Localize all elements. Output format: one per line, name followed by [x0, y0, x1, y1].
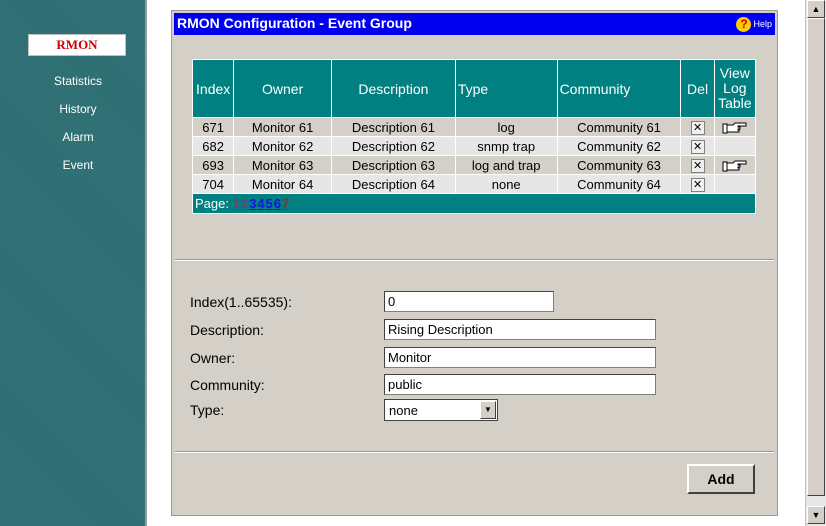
- owner-label: Owner:: [190, 350, 236, 366]
- page-link-7[interactable]: 7: [282, 196, 289, 211]
- cell-view-log: [713, 136, 757, 156]
- page-title: RMON Configuration - Event Group: [177, 15, 412, 31]
- help-label: Help: [753, 19, 772, 29]
- sidebar-item-rmon[interactable]: RMON: [28, 34, 126, 56]
- chevron-down-icon[interactable]: ▼: [480, 401, 496, 419]
- cell-view-log: [713, 155, 757, 175]
- scroll-up-icon[interactable]: ▲: [807, 0, 825, 18]
- community-input[interactable]: [384, 374, 656, 395]
- pager: Page: 1234567: [192, 193, 756, 214]
- type-label: Type:: [190, 402, 225, 418]
- description-label: Description:: [190, 322, 264, 338]
- delete-checkbox[interactable]: ✕: [690, 121, 705, 135]
- cell-owner: Monitor 61: [233, 117, 332, 137]
- cell-description: Description 62: [330, 136, 456, 156]
- col-owner: Owner: [233, 59, 332, 118]
- cell-del: ✕: [680, 136, 715, 156]
- cell-description: Description 63: [330, 155, 456, 175]
- help-button[interactable]: ? Help: [736, 16, 772, 32]
- pointing-hand-icon[interactable]: [722, 159, 748, 173]
- type-select[interactable]: none ▼: [384, 399, 498, 421]
- index-label: Index(1..65535):: [190, 294, 292, 310]
- add-button[interactable]: Add: [687, 464, 755, 494]
- cell-description: Description 64: [330, 174, 456, 194]
- description-input[interactable]: [384, 319, 656, 340]
- page-link-2[interactable]: 2: [241, 196, 248, 211]
- col-community: Community: [556, 59, 682, 118]
- col-index: Index: [191, 59, 235, 118]
- col-type: Type: [454, 59, 558, 118]
- scroll-down-icon[interactable]: ▼: [807, 506, 825, 524]
- type-select-value: none: [389, 403, 418, 418]
- table-row: 682 Monitor 62 Description 62 snmp trap …: [191, 136, 757, 156]
- col-view-log-line3: Table: [718, 95, 752, 111]
- cell-owner: Monitor 64: [233, 174, 332, 194]
- community-label: Community:: [190, 377, 265, 393]
- sidebar-item-history[interactable]: History: [30, 102, 126, 116]
- divider: [175, 451, 774, 453]
- cell-owner: Monitor 63: [233, 155, 332, 175]
- scrollbar[interactable]: ▲ ▼: [805, 0, 826, 526]
- scroll-thumb[interactable]: [807, 18, 825, 496]
- cell-del: ✕: [680, 117, 715, 137]
- table-row: 693 Monitor 63 Description 63 log and tr…: [191, 155, 757, 175]
- pager-label: Page:: [195, 196, 229, 211]
- table-row: 671 Monitor 61 Description 61 log Commun…: [191, 117, 757, 137]
- title-bar: RMON Configuration - Event Group ? Help: [174, 13, 775, 35]
- cell-community: Community 61: [556, 117, 682, 137]
- sidebar-item-alarm[interactable]: Alarm: [30, 130, 126, 144]
- cell-index: 704: [191, 174, 235, 194]
- page-link-1[interactable]: 1: [233, 196, 240, 211]
- page-link-6[interactable]: 6: [274, 196, 281, 211]
- cell-index: 682: [191, 136, 235, 156]
- cell-owner: Monitor 62: [233, 136, 332, 156]
- sidebar: RMON Statistics History Alarm Event: [0, 0, 147, 526]
- cell-type: snmp trap: [454, 136, 558, 156]
- table-row: 704 Monitor 64 Description 64 none Commu…: [191, 174, 757, 194]
- sidebar-item-event[interactable]: Event: [30, 158, 126, 172]
- help-icon: ?: [736, 16, 752, 32]
- col-view-log: View Log Table: [713, 59, 757, 118]
- page-link-4[interactable]: 4: [257, 196, 264, 211]
- col-del: Del: [680, 59, 715, 118]
- event-table: Index Owner Description Type Community D…: [191, 59, 757, 214]
- col-description: Description: [330, 59, 456, 118]
- cell-view-log: [713, 174, 757, 194]
- main-panel: RMON Configuration - Event Group ? Help …: [171, 10, 778, 516]
- cell-type: log and trap: [454, 155, 558, 175]
- cell-type: log: [454, 117, 558, 137]
- cell-del: ✕: [680, 174, 715, 194]
- cell-index: 693: [191, 155, 235, 175]
- col-view-log-line1: View: [719, 65, 750, 81]
- pointing-hand-icon[interactable]: [722, 121, 748, 135]
- table-header-row: Index Owner Description Type Community D…: [191, 59, 757, 118]
- page-link-3[interactable]: 3: [249, 196, 256, 211]
- cell-view-log: [713, 117, 757, 137]
- cell-type: none: [454, 174, 558, 194]
- sidebar-item-statistics[interactable]: Statistics: [30, 74, 126, 88]
- cell-community: Community 62: [556, 136, 682, 156]
- cell-community: Community 64: [556, 174, 682, 194]
- owner-input[interactable]: [384, 347, 656, 368]
- delete-checkbox[interactable]: ✕: [690, 140, 705, 154]
- cell-community: Community 63: [556, 155, 682, 175]
- pager-row: Page: 1234567: [192, 193, 756, 214]
- delete-checkbox[interactable]: ✕: [690, 159, 705, 173]
- cell-del: ✕: [680, 155, 715, 175]
- col-view-log-line2: Log: [723, 80, 747, 96]
- cell-index: 671: [191, 117, 235, 137]
- index-input[interactable]: [384, 291, 554, 312]
- page-link-5[interactable]: 5: [266, 196, 273, 211]
- delete-checkbox[interactable]: ✕: [690, 178, 705, 192]
- divider: [175, 259, 774, 261]
- cell-description: Description 61: [330, 117, 456, 137]
